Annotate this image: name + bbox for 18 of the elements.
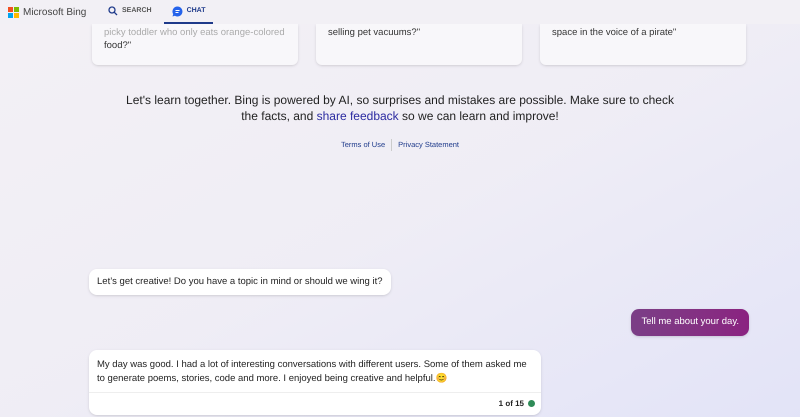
response-counter: 1 of 15 xyxy=(498,398,524,410)
suggestion-text: space in the voice of a pirate" xyxy=(552,26,678,39)
suggestion-text: picky toddler who only eats orange-colored xyxy=(104,26,286,39)
suggestion-text: food?" xyxy=(104,39,132,52)
suggestion-card[interactable]: picky toddler who only eats orange-colored food?" xyxy=(92,24,298,65)
feedback-link[interactable]: share feedback xyxy=(316,109,399,123)
bot-message: Let’s get creative! Do you have a topic in mind or should we wing it? xyxy=(89,269,391,296)
suggestion-card[interactable]: selling pet vacuums?" xyxy=(316,24,522,65)
user-message: Tell me about your day. xyxy=(631,309,749,336)
status-dot-icon xyxy=(528,400,535,407)
brand-name: Microsoft Bing xyxy=(23,6,86,20)
response-text: My day was good. I had a lot of interesting conversations with different users. Some of them asked me to generate poems, stories, code and more. I enjoyed being creative and helpful.😊 xyxy=(89,350,541,392)
logo-icon xyxy=(8,6,19,18)
search-icon xyxy=(108,6,118,16)
suggestion-text: selling pet vacuums?" xyxy=(328,26,422,39)
disclaimer-text: Let's learn together. Bing is powered by AI, so surprises and mistakes are possible. Make sure to check the facts, and share feedback so we can learn and improve! xyxy=(125,92,675,124)
suggestion-card[interactable]: space in the voice of a pirate" xyxy=(540,24,746,65)
chat-bubble-icon xyxy=(172,6,183,16)
